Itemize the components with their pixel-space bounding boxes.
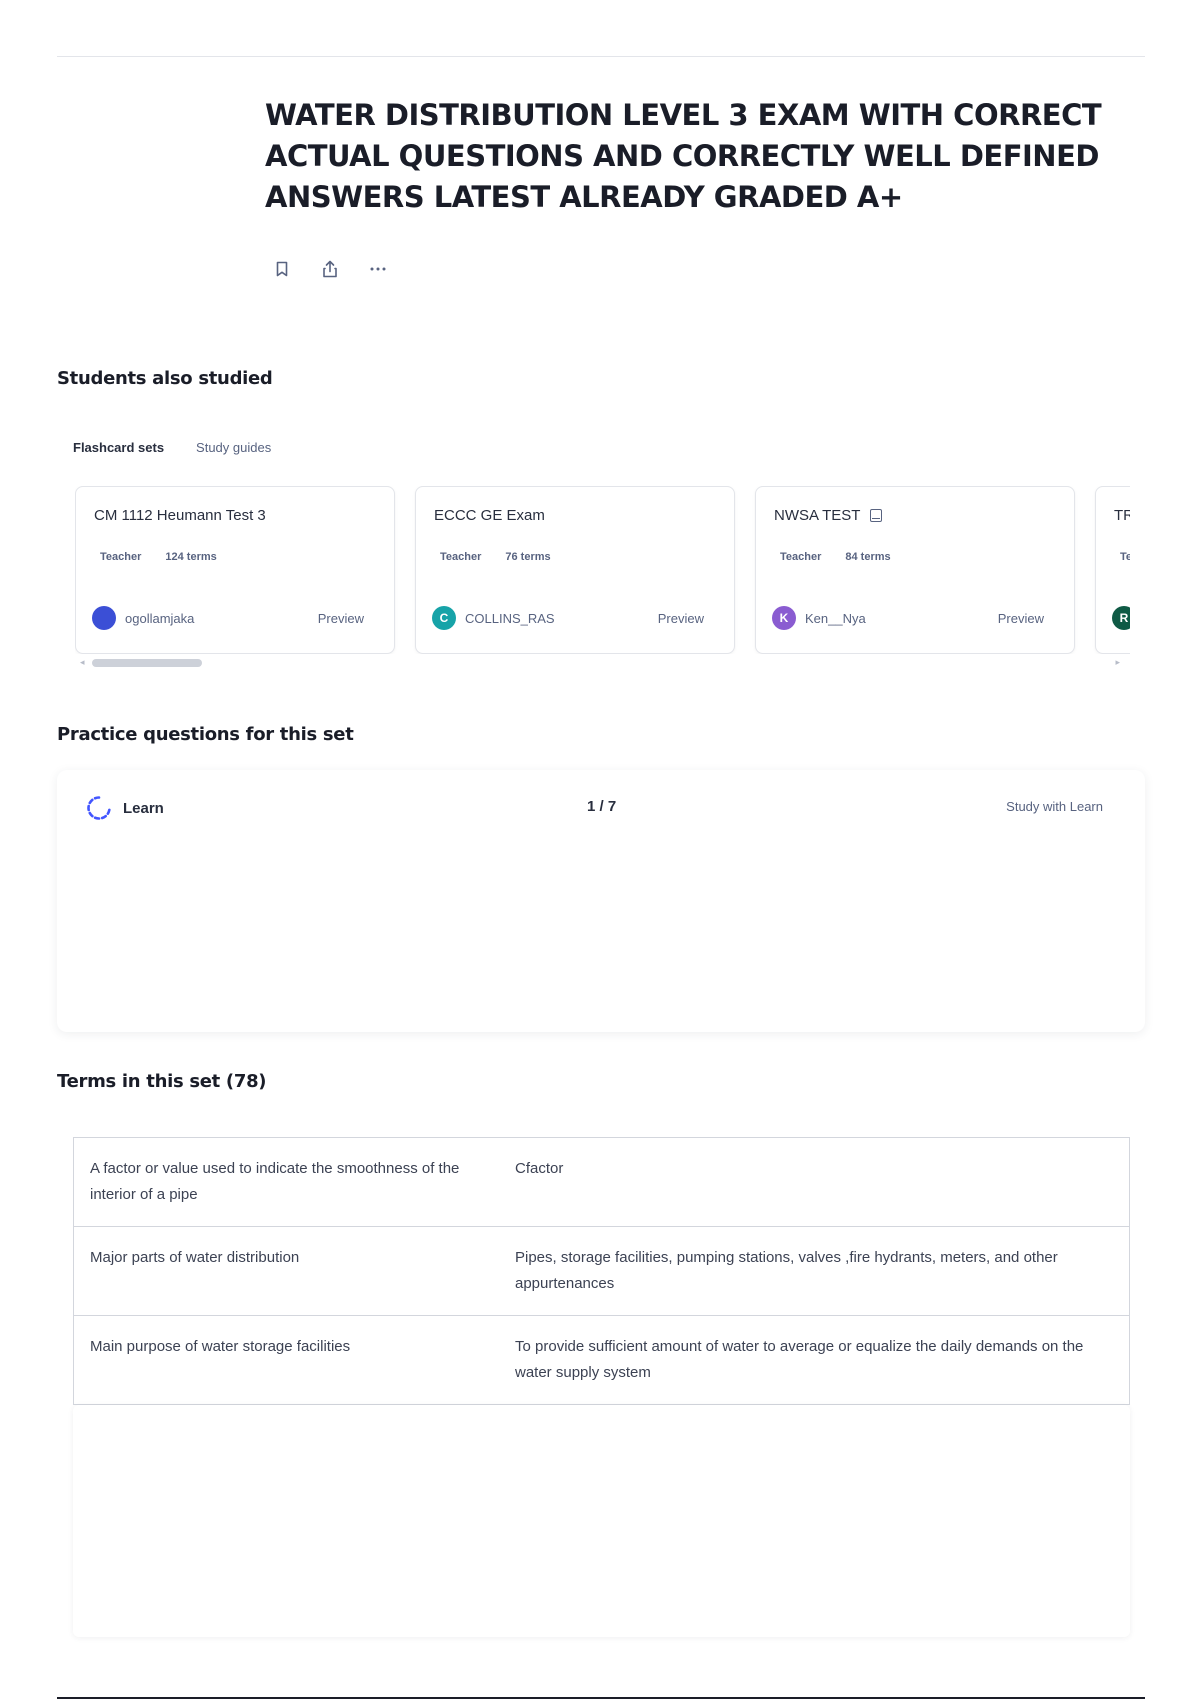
- card-title: NWSA TEST: [774, 507, 883, 524]
- card-author: K Ken__Nya: [772, 606, 866, 630]
- avatar: R: [1112, 606, 1130, 630]
- study-guide-icon: [870, 509, 883, 522]
- card-meta: Teacher 76 terms: [440, 551, 551, 563]
- students-also-studied-heading: Students also studied: [57, 368, 273, 389]
- card-title-text: TR: [1114, 507, 1130, 524]
- preview-button[interactable]: Preview: [658, 611, 704, 626]
- card-meta: Teacher 124 terms: [100, 551, 217, 563]
- card-title: CM 1112 Heumann Test 3: [94, 507, 266, 524]
- preview-button[interactable]: Preview: [998, 611, 1044, 626]
- scrollbar-thumb[interactable]: [92, 659, 202, 667]
- scroll-right-icon[interactable]: ▸: [1115, 657, 1120, 668]
- card-title-text: NWSA TEST: [774, 507, 861, 524]
- title-actions: [265, 252, 395, 286]
- term-text: Major parts of water distribution: [90, 1249, 300, 1266]
- share-icon: [323, 260, 337, 278]
- author-name: ogollamjaka: [125, 610, 195, 626]
- avatar: [92, 606, 116, 630]
- card-author: ogollamjaka: [92, 606, 194, 630]
- tab-flashcard-sets[interactable]: Flashcard sets: [73, 440, 164, 455]
- table-row: Major parts of water distribution Pipes,…: [74, 1226, 1129, 1315]
- author-name: COLLINS_RAS: [465, 610, 555, 626]
- card-title-text: ECCC GE Exam: [434, 507, 545, 524]
- more-options-button[interactable]: [361, 252, 395, 286]
- card-author: C COLLINS_RAS: [432, 606, 555, 630]
- card-role: Teacher: [440, 551, 482, 563]
- table-row: Main purpose of water storage facilities…: [74, 1315, 1129, 1404]
- card-role: Teacher: [780, 551, 822, 563]
- term-text: Main purpose of water storage facilities: [90, 1338, 351, 1355]
- definition-text: Pipes, storage facilities, pumping stati…: [515, 1249, 1058, 1292]
- bookmark-icon: [276, 261, 288, 277]
- study-with-learn-link[interactable]: Study with Learn: [1006, 799, 1103, 814]
- bottom-divider: [57, 1697, 1145, 1699]
- author-name: Ken__Nya: [805, 610, 866, 626]
- related-set-card[interactable]: CM 1112 Heumann Test 3 Teacher 124 terms…: [75, 486, 395, 654]
- carousel-scrollbar[interactable]: ◂ ▸: [80, 657, 1120, 668]
- tab-study-guides[interactable]: Study guides: [196, 440, 271, 455]
- related-set-card[interactable]: NWSA TEST Teacher 84 terms K Ken__Nya Pr…: [755, 486, 1075, 654]
- card-meta: Te: [1120, 551, 1130, 563]
- practice-heading: Practice questions for this set: [57, 724, 354, 745]
- definition-text: Cfactor: [515, 1160, 564, 1177]
- learn-icon: [87, 796, 111, 820]
- more-icon: [370, 267, 386, 271]
- question-counter: 1 / 7: [587, 798, 617, 815]
- locked-content-card: [73, 1405, 1130, 1637]
- terms-heading: Terms in this set (78): [57, 1071, 267, 1092]
- card-term-count: 124 terms: [165, 551, 217, 563]
- learn-mode-label: Learn: [85, 794, 164, 822]
- table-row: A factor or value used to indicate the s…: [74, 1138, 1129, 1226]
- scroll-left-icon[interactable]: ◂: [80, 657, 85, 668]
- related-sets-carousel: CM 1112 Heumann Test 3 Teacher 124 terms…: [75, 486, 1130, 654]
- card-title: ECCC GE Exam: [434, 507, 545, 524]
- card-term-count: 76 terms: [505, 551, 551, 563]
- terms-table: A factor or value used to indicate the s…: [73, 1137, 1130, 1405]
- bookmark-button[interactable]: [265, 252, 299, 286]
- learn-label: Learn: [123, 799, 164, 817]
- related-set-card[interactable]: ECCC GE Exam Teacher 76 terms C COLLINS_…: [415, 486, 735, 654]
- learn-panel: Learn 1 / 7 Study with Learn: [57, 770, 1145, 1032]
- avatar: K: [772, 606, 796, 630]
- share-button[interactable]: [313, 252, 347, 286]
- card-meta: Teacher 84 terms: [780, 551, 891, 563]
- card-author: R: [1112, 606, 1130, 630]
- card-term-count: 84 terms: [845, 551, 891, 563]
- preview-button[interactable]: Preview: [318, 611, 364, 626]
- card-title-text: CM 1112 Heumann Test 3: [94, 507, 266, 524]
- page-title: WATER DISTRIBUTION LEVEL 3 EXAM WITH COR…: [265, 98, 1102, 214]
- card-role: Teacher: [100, 551, 142, 563]
- avatar: C: [432, 606, 456, 630]
- study-tabs: Flashcard sets Study guides: [73, 440, 271, 455]
- card-role: Te: [1120, 551, 1130, 563]
- related-set-card[interactable]: TR Te R: [1095, 486, 1130, 654]
- term-text: A factor or value used to indicate the s…: [90, 1160, 460, 1203]
- card-title: TR: [1114, 507, 1130, 524]
- definition-text: To provide sufficient amount of water to…: [515, 1338, 1084, 1381]
- top-divider: [57, 56, 1145, 57]
